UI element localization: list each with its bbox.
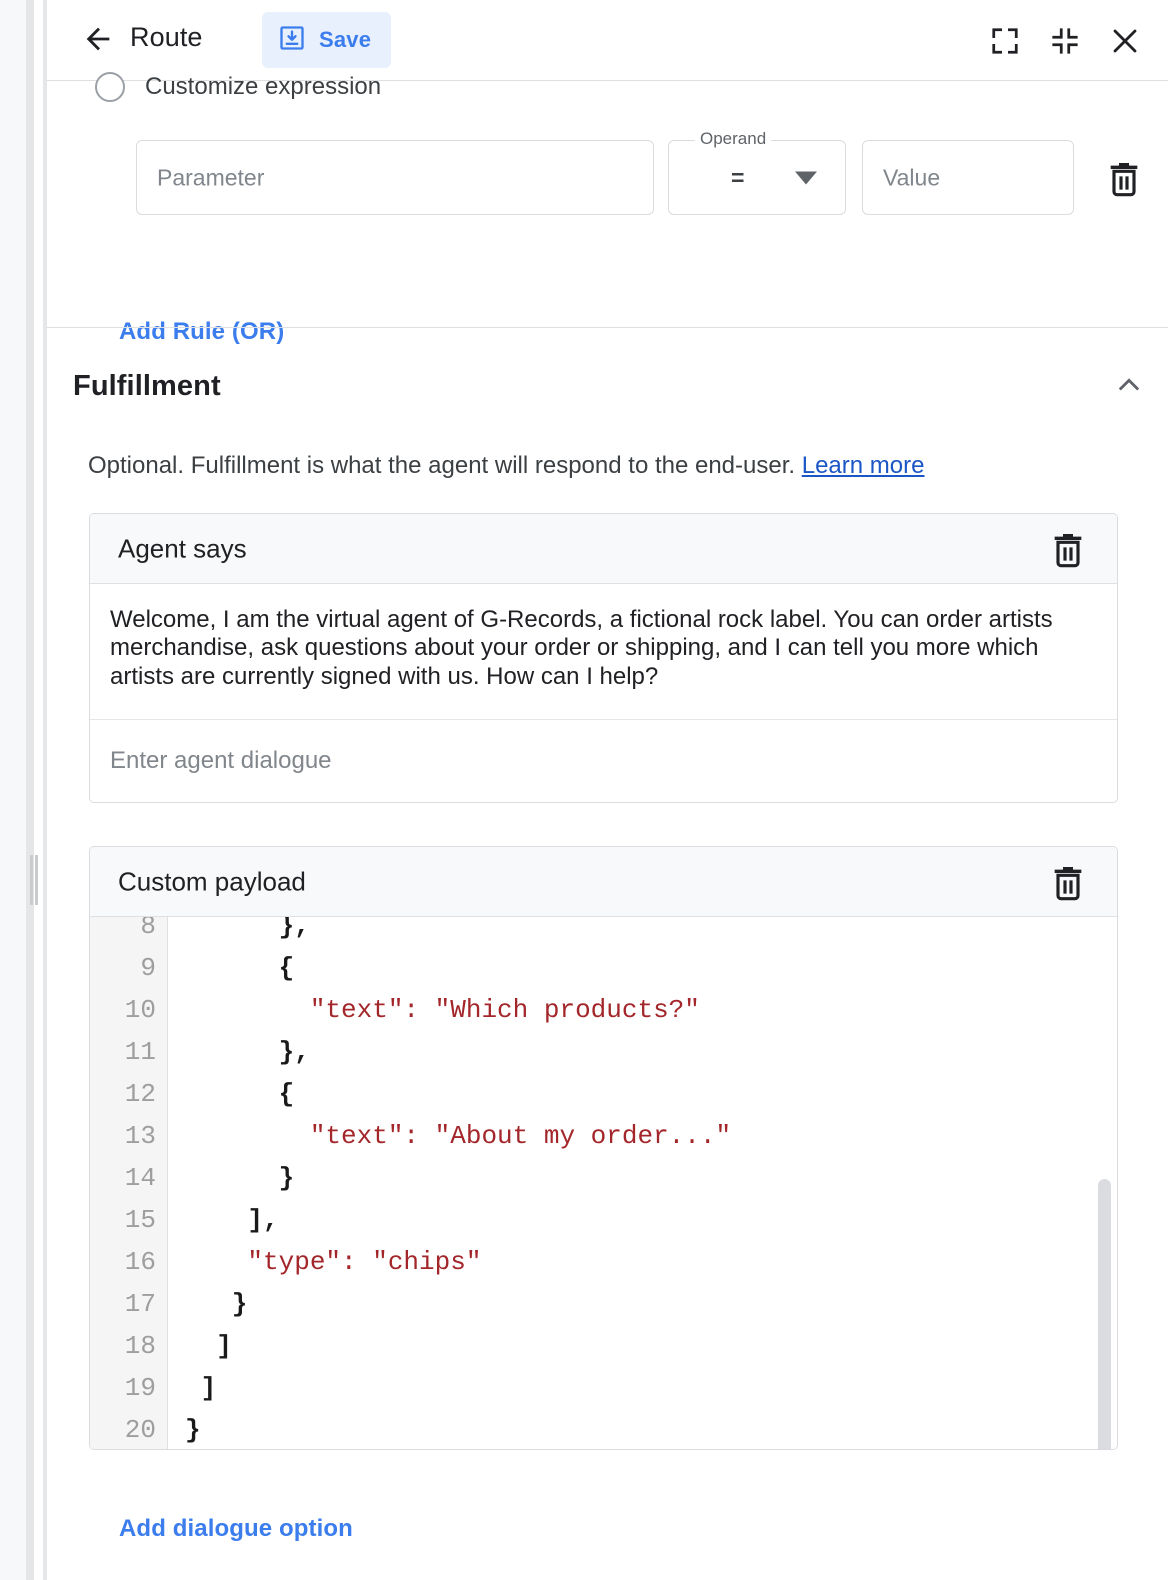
code-line-number: 14 [90, 1157, 156, 1199]
trash-icon [1048, 862, 1088, 902]
agent-says-card: Agent says Welcome, I am the virtual age… [89, 513, 1118, 803]
chevron-down-icon [795, 171, 817, 184]
code-line-text: } [185, 1157, 294, 1199]
arrow-left-icon [81, 22, 115, 61]
code-line-number: 19 [90, 1367, 156, 1409]
fulfillment-description: Optional. Fulfillment is what the agent … [88, 452, 924, 480]
code-line-text: "text": "Which products?" [185, 989, 700, 1031]
close-icon[interactable] [1102, 18, 1148, 64]
customize-expression-label: Customize expression [145, 73, 381, 101]
custom-payload-title: Custom payload [118, 866, 306, 897]
operand-selected-value: = [731, 164, 744, 191]
chevron-up-icon [1115, 371, 1143, 404]
expand-icon[interactable] [982, 18, 1028, 64]
code-line-text: }, [185, 917, 310, 947]
code-line-number: 20 [90, 1409, 156, 1450]
back-button[interactable] [76, 19, 120, 63]
value-input-placeholder: Value [883, 164, 940, 191]
code-lines[interactable]: 8 }, 9 {10 "text": "Which products?" 11 },… [90, 917, 1117, 1450]
code-editor-scrollbar[interactable] [1098, 1179, 1111, 1450]
code-line-text: }, [185, 1031, 310, 1073]
code-line-text: ] [185, 1325, 232, 1367]
customize-expression-radio[interactable] [95, 72, 125, 102]
add-rule-or-button[interactable]: Add Rule (OR) [119, 318, 284, 346]
operand-legend: Operand [695, 129, 771, 149]
delete-custom-payload-button[interactable] [1048, 862, 1088, 902]
route-panel: Route Save [47, 0, 1168, 1580]
code-line-number: 16 [90, 1241, 156, 1283]
trash-icon [1104, 158, 1144, 198]
code-line-number: 12 [90, 1073, 156, 1115]
code-line-text: } [185, 1409, 201, 1450]
code-line-number: 11 [90, 1031, 156, 1073]
left-gap [34, 0, 43, 1580]
fulfillment-description-text: Optional. Fulfillment is what the agent … [88, 452, 795, 479]
custom-payload-code-editor[interactable]: 8 }, 9 {10 "text": "Which products?" 11 },… [90, 917, 1117, 1450]
page-title: Route [130, 22, 203, 53]
parameter-input[interactable]: Parameter [136, 140, 654, 215]
condition-rule-row: Parameter Operand = Value [90, 140, 1140, 220]
save-button-label: Save [319, 27, 371, 53]
parameter-input-placeholder: Parameter [157, 164, 264, 191]
agent-says-message[interactable]: Welcome, I am the virtual agent of G-Rec… [90, 584, 1117, 720]
agent-says-title: Agent says [118, 533, 247, 564]
trash-icon [1048, 529, 1088, 569]
delete-rule-button[interactable] [1104, 158, 1144, 198]
agent-dialogue-input[interactable]: Enter agent dialogue [90, 720, 1117, 802]
code-line-text: ], [185, 1199, 279, 1241]
save-disk-icon [278, 24, 306, 57]
value-input[interactable]: Value [862, 140, 1074, 215]
code-line-number: 15 [90, 1199, 156, 1241]
code-line-number: 9 [90, 947, 156, 989]
code-line-number: 18 [90, 1325, 156, 1367]
custom-payload-header: Custom payload [90, 847, 1117, 917]
custom-payload-card: Custom payload 8 }, 9 {10 "text": "Which … [89, 846, 1118, 1450]
delete-agent-says-button[interactable] [1048, 529, 1088, 569]
code-line-number: 8 [90, 917, 156, 947]
learn-more-link[interactable]: Learn more [802, 452, 925, 479]
code-line-text: "text": "About my order..." [185, 1115, 731, 1157]
code-line-text: ] [185, 1367, 216, 1409]
code-line-text: "type": "chips" [185, 1241, 481, 1283]
code-line-number: 17 [90, 1283, 156, 1325]
header-actions [982, 18, 1148, 64]
section-divider [47, 327, 1168, 328]
agent-says-header: Agent says [90, 514, 1117, 584]
operand-select[interactable]: Operand = [668, 140, 846, 215]
panel-header: Route Save [47, 0, 1168, 81]
code-line-text: { [185, 947, 294, 989]
panel-resize-handle[interactable] [30, 855, 40, 905]
customize-expression-row[interactable]: Customize expression [95, 72, 381, 102]
collapse-icon[interactable] [1042, 18, 1088, 64]
code-line-text: { [185, 1073, 294, 1115]
code-line-number: 13 [90, 1115, 156, 1157]
code-line-text: } [185, 1283, 247, 1325]
fulfillment-section-title: Fulfillment [73, 370, 221, 403]
fulfillment-collapse-toggle[interactable] [1107, 365, 1151, 409]
save-button[interactable]: Save [262, 12, 391, 68]
route-panel-screen: Route Save [0, 0, 1168, 1580]
code-line-number: 10 [90, 989, 156, 1031]
add-dialogue-option-button[interactable]: Add dialogue option [119, 1515, 353, 1543]
left-background-rail [0, 0, 26, 1580]
left-divider-outer [26, 0, 34, 1580]
